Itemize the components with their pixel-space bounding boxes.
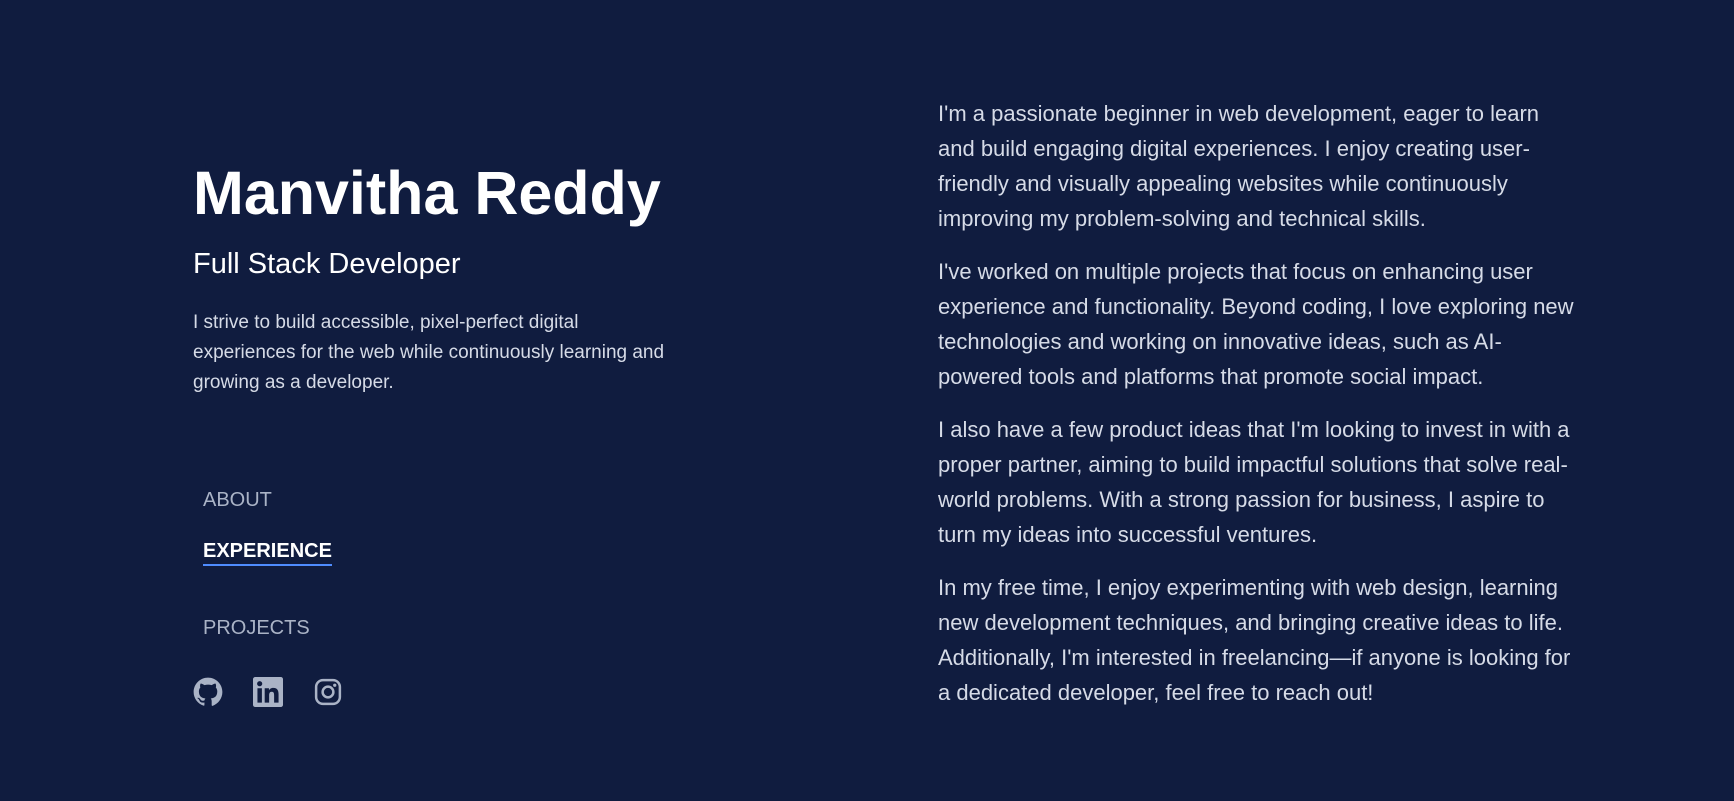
github-icon (193, 677, 223, 706)
profile-tagline: I strive to build accessible, pixel-perf… (193, 311, 665, 393)
nav-row-experience: EXPERIENCE (203, 539, 332, 593)
social-links (193, 677, 343, 707)
linkedin-icon (253, 677, 283, 707)
nav-item-projects[interactable]: PROJECTS (203, 616, 332, 640)
about-paragraph: I'm a passionate beginner in web develop… (938, 101, 1540, 231)
about-paragraph: In my free time, I enjoy experimenting w… (938, 575, 1571, 705)
profile-name: Manvitha Reddy (193, 159, 661, 227)
linkedin-link[interactable] (253, 677, 283, 707)
about-section: I'm a passionate beginner in web develop… (938, 96, 1578, 728)
page: Manvitha Reddy Full Stack Developer I st… (0, 0, 1734, 801)
about-paragraph: I've worked on multiple projects that fo… (938, 259, 1574, 389)
profile-role: Full Stack Developer (193, 248, 461, 281)
nav-row-about: ABOUT (203, 488, 332, 512)
nav-row-projects: PROJECTS (203, 616, 332, 640)
profile-header: Manvitha Reddy Full Stack Developer I st… (193, 159, 693, 398)
instagram-link[interactable] (313, 677, 343, 707)
github-link[interactable] (193, 677, 223, 707)
nav-item-about[interactable]: ABOUT (203, 488, 332, 512)
section-nav: ABOUT EXPERIENCE PROJECTS (203, 488, 332, 667)
nav-item-experience[interactable]: EXPERIENCE (203, 539, 332, 566)
instagram-icon (314, 678, 342, 706)
about-paragraph: I also have a few product ideas that I'm… (938, 417, 1570, 547)
